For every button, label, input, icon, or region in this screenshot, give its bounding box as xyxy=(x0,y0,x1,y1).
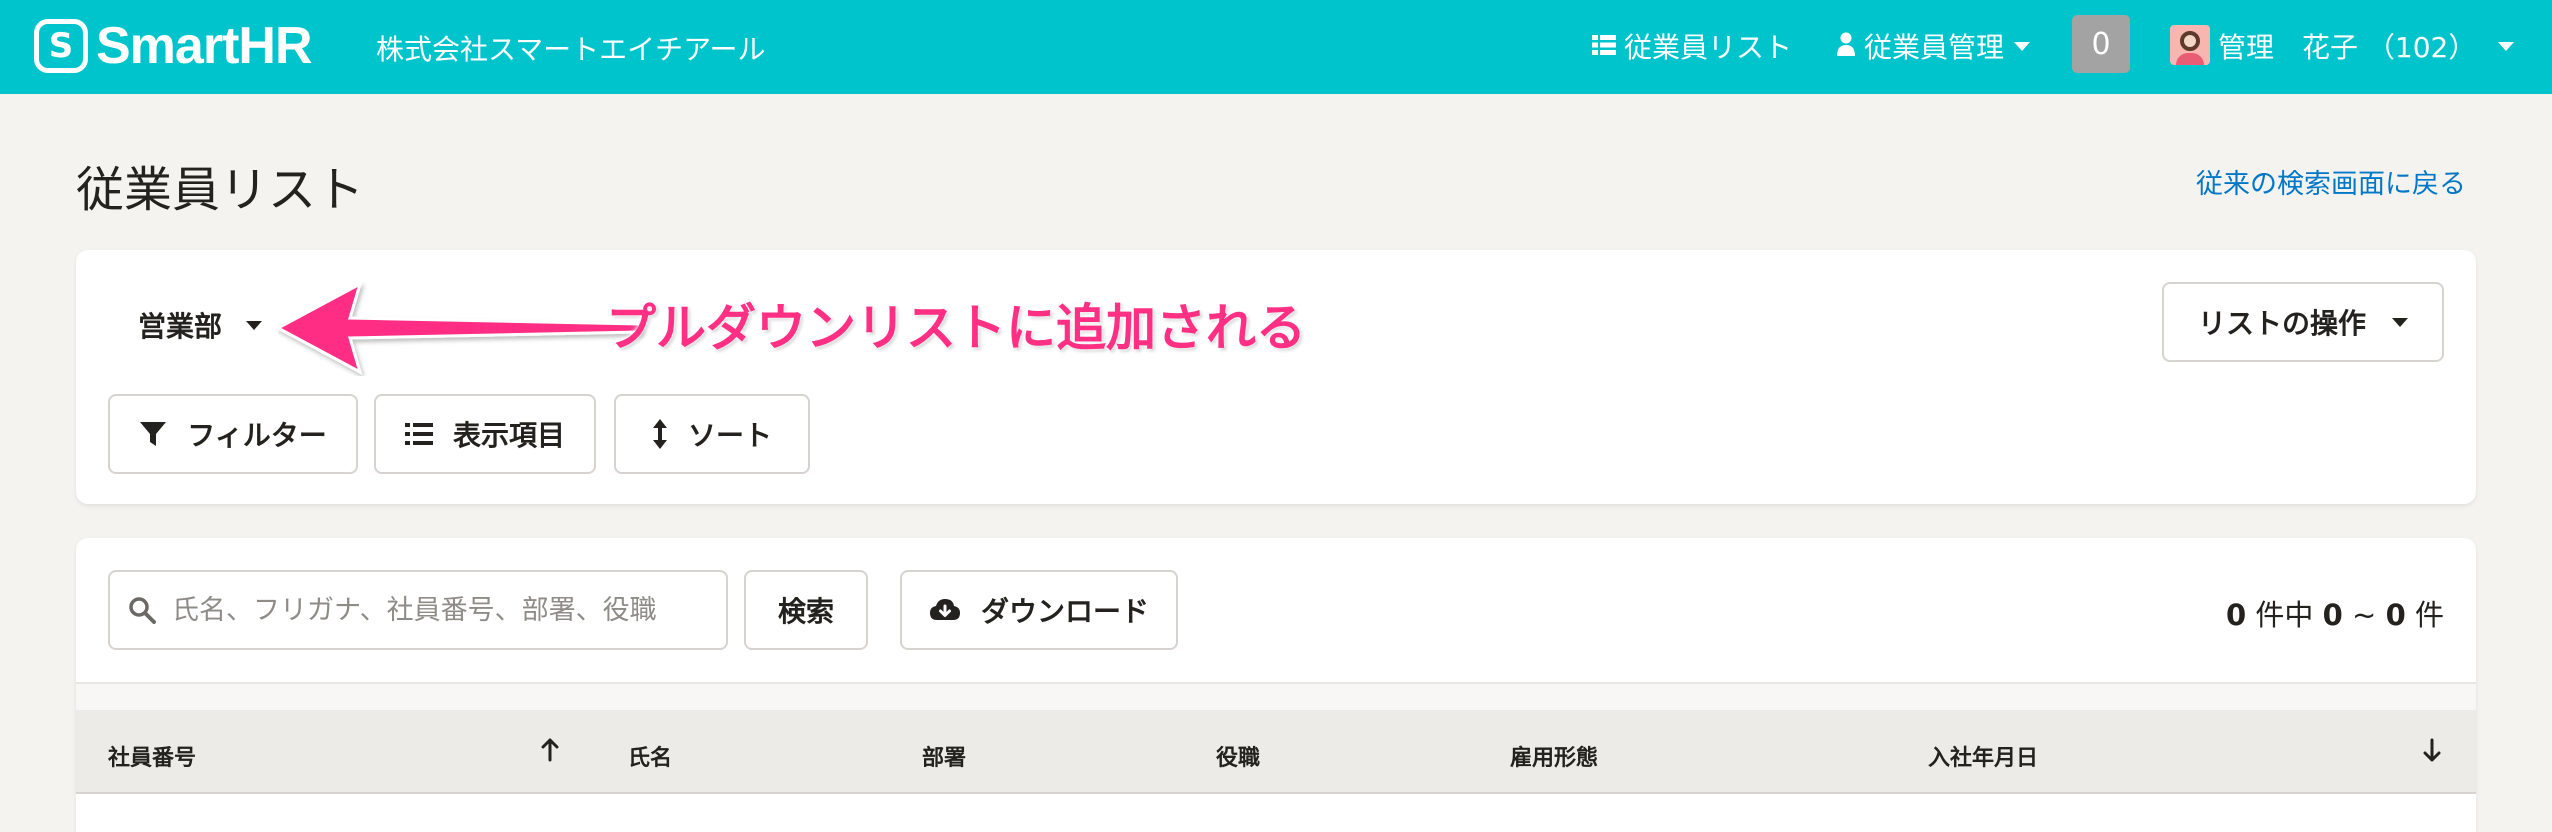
column-header-employee-number[interactable]: 社員番号 xyxy=(108,740,196,772)
annotation-arrow-icon xyxy=(278,280,642,376)
avatar[interactable] xyxy=(2170,25,2210,65)
list-settings-panel: 営業部 プルダウンリストに追加される リストの操作 フィルター 表示項目 ソート xyxy=(76,250,2476,504)
column-header-department[interactable]: 部署 xyxy=(922,740,966,772)
smarthr-logo[interactable]: S SmartHR xyxy=(34,17,312,75)
arrow-up-icon[interactable] xyxy=(540,738,560,766)
nav-employee-list-label: 従業員リスト xyxy=(1624,31,1793,64)
cloud-download-icon xyxy=(929,598,961,622)
sort-label: ソート xyxy=(687,419,772,452)
page-title: 従業員リスト xyxy=(76,162,365,218)
table-header: 社員番号 氏名 部署 役職 雇用形態 入社年月日 xyxy=(76,710,2476,794)
filter-icon xyxy=(139,420,167,448)
sort-icon xyxy=(652,419,668,449)
company-name: 株式会社スマートエイチアール xyxy=(376,33,766,66)
annotation-text: プルダウンリストに追加される xyxy=(606,299,1306,357)
filter-label: フィルター xyxy=(187,419,327,452)
nav-employee-manage-label: 従業員管理 xyxy=(1864,31,2005,64)
logo-mark-icon: S xyxy=(34,19,88,73)
count-text-2: 件 xyxy=(2405,598,2444,632)
employee-results-panel: 検索 ダウンロード 0 件中 0 ~ 0 件 社員番号 氏名 部署 役職 雇用形… xyxy=(76,538,2476,832)
search-input[interactable] xyxy=(172,594,692,626)
search-button[interactable]: 検索 xyxy=(744,570,868,650)
notification-badge[interactable]: 0 xyxy=(2072,15,2130,73)
column-header-employment-type[interactable]: 雇用形態 xyxy=(1510,740,1598,772)
chevron-down-icon xyxy=(2392,317,2408,327)
count-to: 0 xyxy=(2385,598,2406,632)
search-box[interactable] xyxy=(108,570,728,650)
columns-list-icon xyxy=(404,422,433,446)
column-header-name[interactable]: 氏名 xyxy=(628,740,672,772)
arrow-down-icon[interactable] xyxy=(2422,738,2442,766)
column-header-position[interactable]: 役職 xyxy=(1216,740,1260,772)
user-menu[interactable]: 管理 花子 （102） xyxy=(2218,26,2515,66)
result-count: 0 件中 0 ~ 0 件 xyxy=(2226,592,2444,634)
chevron-down-icon xyxy=(2014,41,2031,51)
chevron-down-icon xyxy=(2498,41,2515,51)
back-to-legacy-search-link[interactable]: 従来の検索画面に戻る xyxy=(2196,162,2466,201)
sort-button[interactable]: ソート xyxy=(614,394,810,474)
count-tilde: ~ xyxy=(2342,598,2386,632)
list-icon xyxy=(1592,30,1616,63)
download-label: ダウンロード xyxy=(980,595,1149,628)
nav-employee-manage-dropdown[interactable]: 従業員管理 xyxy=(1836,26,2031,66)
count-text-1: 件中 xyxy=(2246,598,2323,632)
count-from: 0 xyxy=(2322,598,2343,632)
download-button[interactable]: ダウンロード xyxy=(900,570,1178,650)
chevron-down-icon xyxy=(246,320,263,330)
user-icon xyxy=(1836,30,1856,63)
list-operations-button[interactable]: リストの操作 xyxy=(2162,282,2444,362)
list-operations-label: リストの操作 xyxy=(2197,307,2366,340)
search-icon xyxy=(128,596,156,624)
column-header-hire-date[interactable]: 入社年月日 xyxy=(1928,740,2038,772)
display-columns-button[interactable]: 表示項目 xyxy=(374,394,596,474)
count-total: 0 xyxy=(2226,598,2247,632)
saved-list-label: 営業部 xyxy=(138,310,223,343)
saved-list-dropdown[interactable]: 営業部 xyxy=(138,305,263,345)
logo-text: SmartHR xyxy=(96,17,312,75)
table-spacer xyxy=(76,682,2476,710)
nav-employee-list[interactable]: 従業員リスト xyxy=(1592,26,1792,66)
filter-button[interactable]: フィルター xyxy=(108,394,358,474)
display-columns-label: 表示項目 xyxy=(452,419,565,452)
top-navigation-bar: S SmartHR 株式会社スマートエイチアール 従業員リスト 従業員管理 0 … xyxy=(0,0,2552,94)
user-name: 管理 花子 （102） xyxy=(2218,31,2477,64)
